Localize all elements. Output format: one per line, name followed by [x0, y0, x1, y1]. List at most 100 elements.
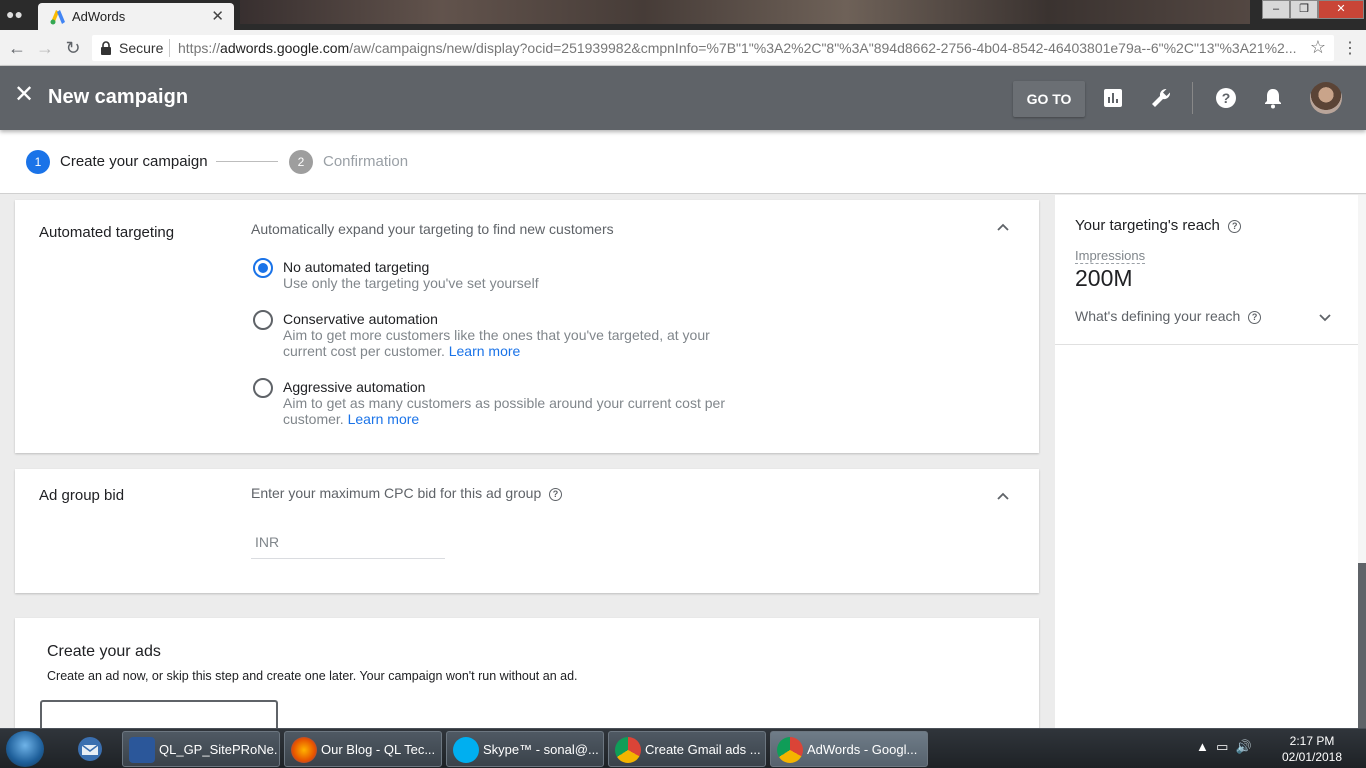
reach-title-text: Your targeting's reach — [1075, 217, 1220, 234]
clock-time: 2:17 PM — [1289, 734, 1335, 748]
taskbar-item-word[interactable]: QL_GP_SitePRoNe... — [122, 731, 280, 767]
help-circle-icon[interactable]: ? — [1248, 310, 1262, 324]
reach-title: Your targeting's reach ? — [1075, 217, 1242, 234]
system-tray[interactable]: ▲ ▭ 🔊 — [1196, 739, 1252, 755]
address-bar[interactable]: Secure https://adwords.google.com/aw/cam… — [92, 35, 1334, 61]
ad-group-bid-description-text: Enter your maximum CPC bid for this ad g… — [251, 485, 542, 501]
svg-text:?: ? — [1222, 90, 1231, 106]
automated-targeting-title: Automated targeting — [39, 224, 175, 241]
back-icon[interactable]: ← — [6, 37, 28, 59]
start-button[interactable] — [6, 731, 44, 767]
url-scheme: https:// — [178, 40, 221, 56]
option-title: Conservative automation — [283, 311, 438, 327]
reload-icon[interactable]: ↻ — [62, 37, 84, 59]
clock-date: 02/01/2018 — [1281, 750, 1343, 764]
step-2-number: 2 — [289, 150, 313, 174]
help-circle-icon[interactable]: ? — [1228, 219, 1242, 233]
incognito-icon: ●● — [6, 6, 23, 22]
chevron-down-icon[interactable] — [1317, 309, 1333, 325]
url-host: adwords.google.com — [220, 40, 350, 56]
ad-group-bid-card: Ad group bid Enter your maximum CPC bid … — [15, 469, 1039, 593]
thunderbird-icon[interactable] — [72, 733, 108, 765]
browser-menu-icon[interactable]: ⋮ — [1342, 38, 1358, 58]
create-ads-description: Create an ad now, or skip this step and … — [47, 669, 578, 683]
forward-icon[interactable]: → — [34, 37, 56, 59]
help-circle-icon[interactable]: ? — [549, 487, 563, 501]
taskbar-item-chrome-gmail-ads[interactable]: Create Gmail ads ... — [608, 731, 766, 767]
option-title: No automated targeting — [283, 259, 430, 275]
ad-group-bid-description: Enter your maximum CPC bid for this ad g… — [251, 485, 563, 501]
tools-wrench-icon[interactable] — [1149, 86, 1173, 110]
adwords-logo-icon — [50, 10, 65, 25]
option-title: Aggressive automation — [283, 379, 426, 395]
chevron-up-icon[interactable] — [995, 489, 1011, 505]
taskbar-item-skype[interactable]: Skype™ - sonal@... — [446, 731, 604, 767]
taskbar-item-label: Create Gmail ads ... — [645, 742, 761, 757]
taskbar-item-label: Our Blog - QL Tec... — [321, 742, 436, 757]
taskbar-item-chrome-adwords[interactable]: AdWords - Googl... — [770, 731, 928, 767]
radio-aggressive-automation[interactable] — [253, 378, 273, 398]
ad-group-bid-title: Ad group bid — [39, 487, 125, 504]
tab-title: AdWords — [72, 9, 126, 24]
option-description: Aim to get more customers like the ones … — [283, 327, 753, 359]
impressions-label[interactable]: Impressions — [1075, 248, 1146, 264]
reports-icon[interactable] — [1101, 86, 1125, 110]
help-icon[interactable]: ? — [1214, 86, 1238, 110]
option-description: Use only the targeting you've set yourse… — [283, 275, 753, 291]
secure-label: Secure — [119, 40, 164, 56]
learn-more-link[interactable]: Learn more — [348, 411, 420, 427]
step-2-label[interactable]: Confirmation — [323, 153, 408, 170]
minimize-button[interactable]: – — [1262, 0, 1290, 19]
radio-no-automated-targeting[interactable] — [253, 258, 273, 278]
defining-reach-label: What's defining your reach — [1075, 308, 1241, 324]
create-ads-title: Create your ads — [47, 643, 161, 660]
firefox-icon — [291, 737, 317, 763]
automated-targeting-description: Automatically expand your targeting to f… — [251, 221, 614, 237]
tab-close-icon[interactable]: ✕ — [211, 7, 224, 25]
app-header: ✕ New campaign GO TO ? — [0, 66, 1366, 130]
word-icon — [129, 737, 155, 763]
lock-icon — [101, 41, 111, 55]
step-1-number: 1 — [26, 150, 50, 174]
taskbar-item-label: Skype™ - sonal@... — [483, 742, 599, 757]
browser-toolbar: ← → ↻ Secure https://adwords.google.com/… — [0, 30, 1366, 66]
chrome-icon — [777, 737, 803, 763]
ad-type-card[interactable] — [40, 700, 278, 728]
step-1-label[interactable]: Create your campaign — [60, 153, 208, 170]
panel-divider — [1055, 344, 1358, 345]
option-description: Aim to get as many customers as possible… — [283, 395, 753, 427]
close-window-button[interactable]: ✕ — [1318, 0, 1364, 19]
main-content: Automated targeting Automatically expand… — [0, 195, 1366, 728]
scrollbar-thumb[interactable] — [1358, 563, 1366, 728]
cpc-bid-input[interactable]: INR — [251, 529, 445, 559]
page-title: New campaign — [48, 86, 189, 108]
browser-tab-adwords[interactable]: AdWords ✕ — [38, 3, 234, 30]
url-text[interactable]: https://adwords.google.com/aw/campaigns/… — [178, 40, 1304, 56]
campaign-stepper: 1 Create your campaign 2 Confirmation — [0, 130, 1366, 194]
url-path: /aw/campaigns/new/display?ocid=251939982… — [349, 40, 1297, 56]
omnibox-divider — [169, 39, 170, 57]
taskbar-item-firefox[interactable]: Our Blog - QL Tec... — [284, 731, 442, 767]
step-connector — [216, 161, 278, 162]
bookmark-star-icon[interactable]: ☆ — [1310, 37, 1326, 58]
close-campaign-icon[interactable]: ✕ — [14, 83, 36, 107]
page-scrollbar[interactable] — [1358, 195, 1366, 728]
skype-icon — [453, 737, 479, 763]
chevron-up-icon[interactable] — [995, 220, 1011, 236]
taskbar-clock[interactable]: 2:17 PM 02/01/2018 — [1272, 733, 1352, 765]
goto-button[interactable]: GO TO — [1013, 81, 1085, 117]
taskbar-item-label: AdWords - Googl... — [807, 742, 918, 757]
background-tabs — [240, 0, 1250, 24]
defining-reach-row[interactable]: What's defining your reach ? — [1075, 308, 1262, 324]
header-divider — [1192, 82, 1193, 114]
windows-taskbar: QL_GP_SitePRoNe... Our Blog - QL Tec... … — [0, 728, 1366, 768]
radio-conservative-automation[interactable] — [253, 310, 273, 330]
create-ads-card: Create your ads Create an ad now, or ski… — [15, 618, 1039, 728]
option-desc-text: Use only the targeting you've set yourse… — [283, 275, 539, 291]
learn-more-link[interactable]: Learn more — [449, 343, 521, 359]
taskbar-item-label: QL_GP_SitePRoNe... — [159, 742, 277, 757]
notifications-bell-icon[interactable] — [1261, 86, 1285, 110]
maximize-button[interactable]: ❐ — [1290, 0, 1318, 19]
user-avatar[interactable] — [1310, 82, 1342, 114]
chrome-icon — [615, 737, 641, 763]
